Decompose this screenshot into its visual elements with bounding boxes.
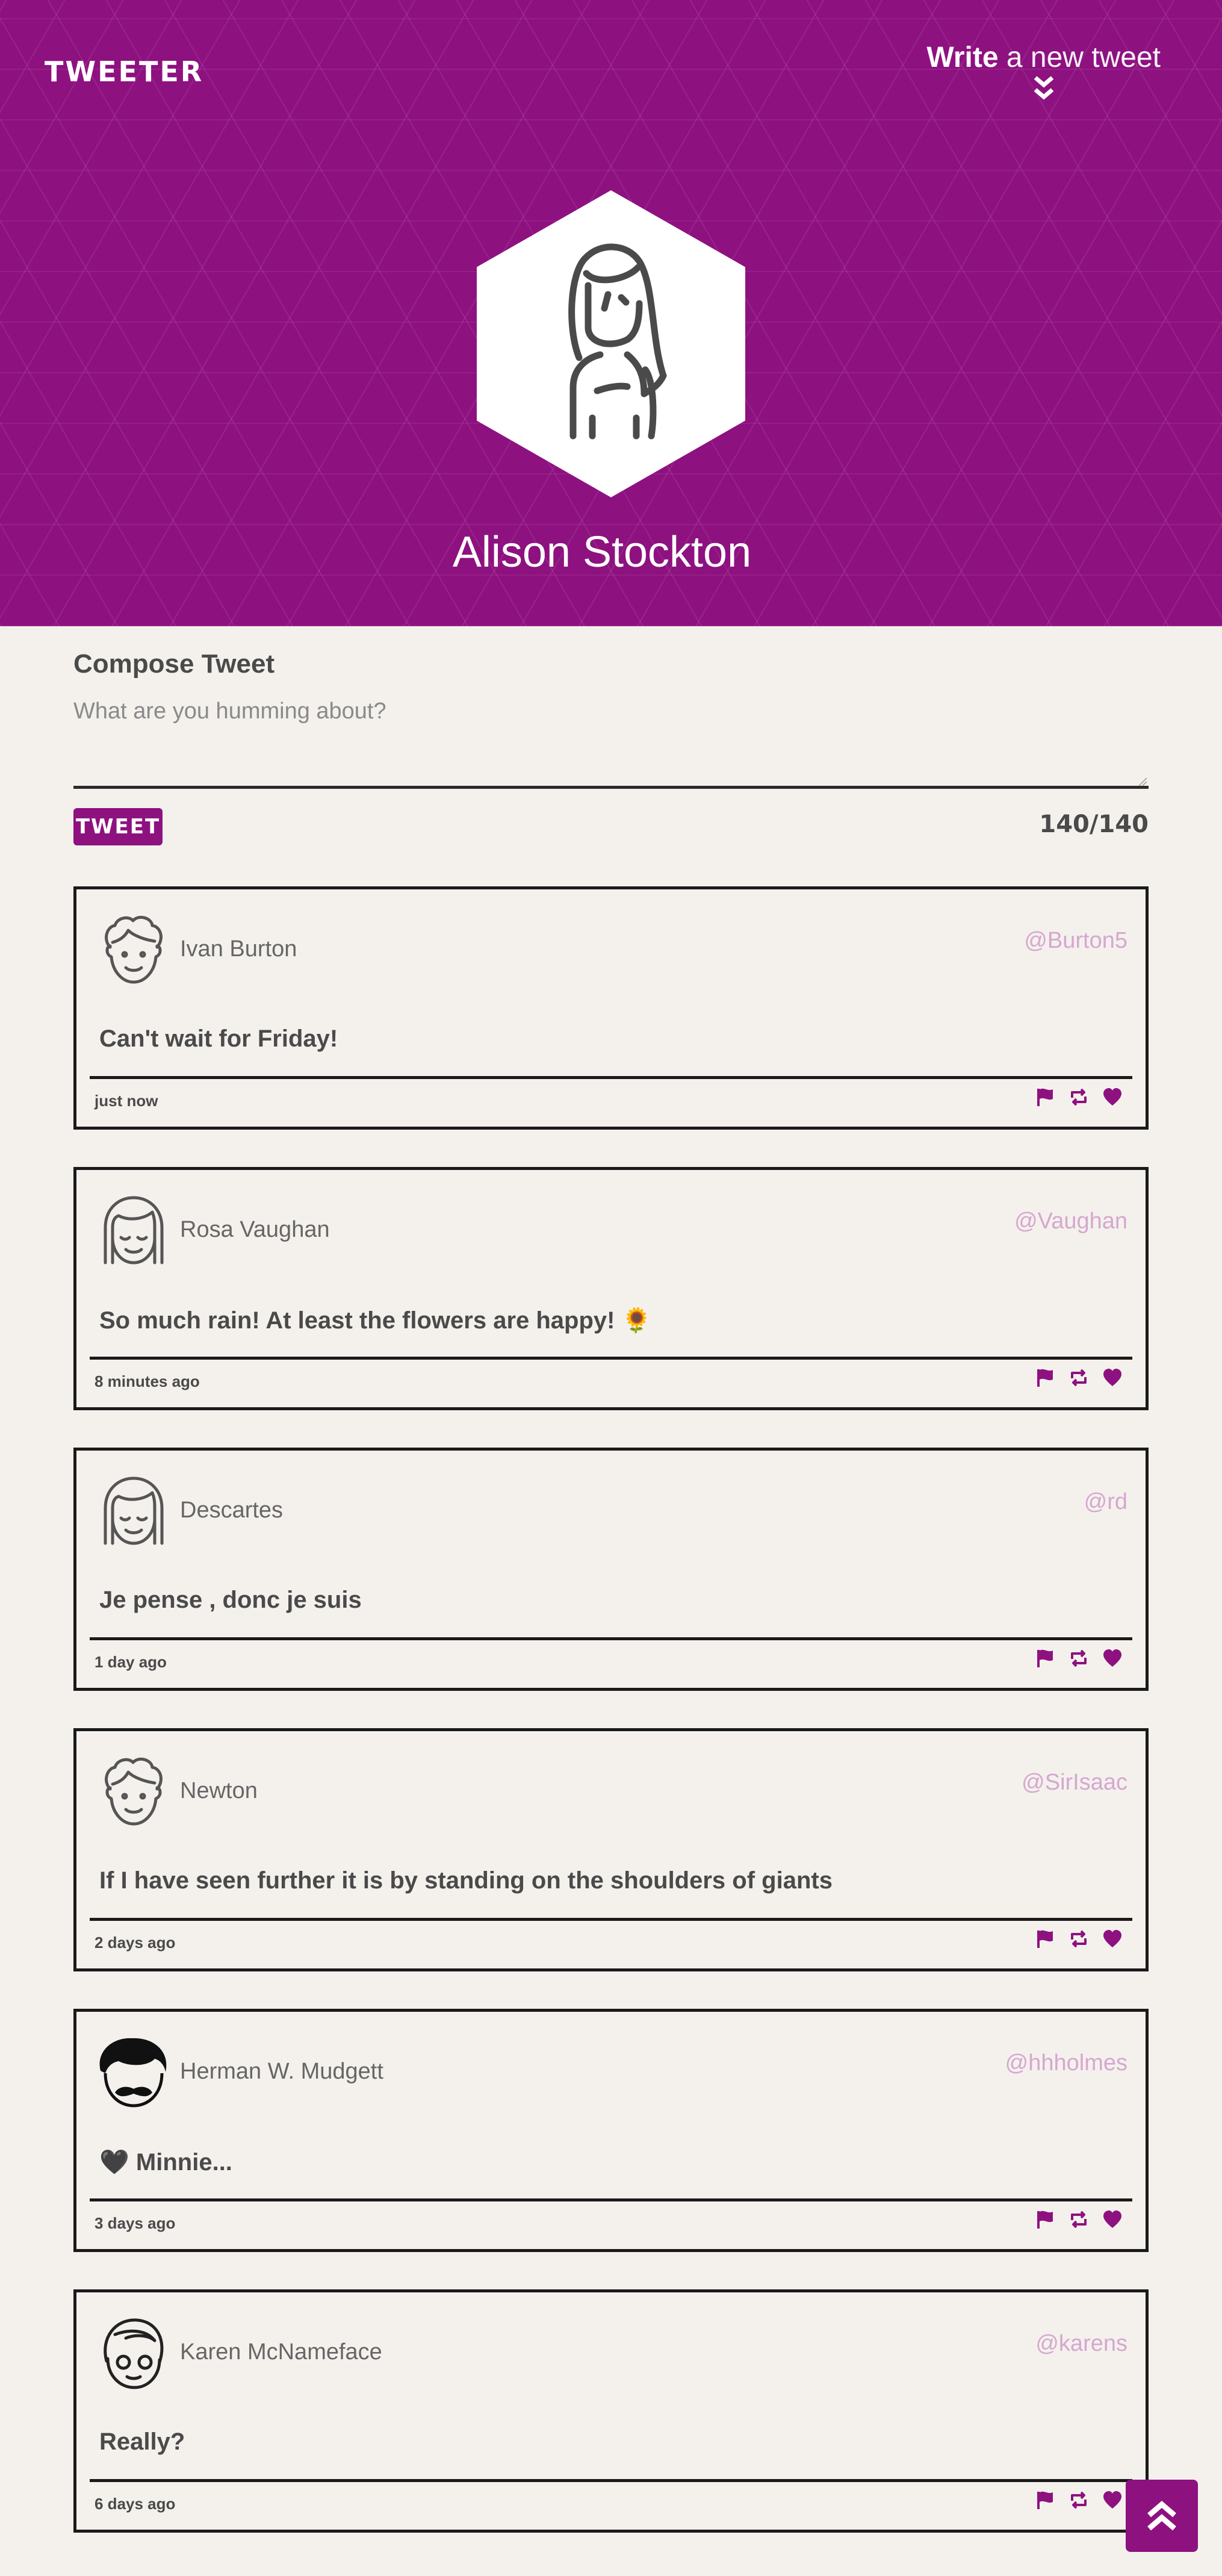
curly-hair-man-avatar-icon <box>95 911 173 989</box>
tweet-content: Really? <box>99 2428 185 2455</box>
tweet-timestamp: 3 days ago <box>95 2214 176 2232</box>
tweet-divider <box>90 1357 1132 1360</box>
tweet-user-name: Ivan Burton <box>180 936 297 962</box>
tweet-divider <box>90 1918 1132 1921</box>
app-logo[interactable]: TWEETER <box>45 55 203 88</box>
tweet-content: So much rain! At least the flowers are h… <box>99 1307 652 1334</box>
tweet-divider <box>90 2479 1132 2482</box>
chevron-double-up-icon <box>1147 2501 1176 2531</box>
tweet-actions <box>1035 2490 1123 2510</box>
tweet-actions <box>1035 2209 1123 2230</box>
write-new-tweet-link[interactable]: Write a new tweet <box>926 41 1161 102</box>
curly-hair-man-avatar-icon <box>95 1753 173 1831</box>
tweet-timestamp: 6 days ago <box>95 2495 176 2513</box>
tweet-content: If I have seen further it is by standing… <box>99 1867 833 1894</box>
tweet-timestamp: 8 minutes ago <box>95 1372 200 1390</box>
tweet-user-name: Herman W. Mudgett <box>180 2059 383 2084</box>
tweet-user-handle[interactable]: @SirIsaac <box>1022 1770 1127 1796</box>
profile-name: Alison Stockton <box>452 528 752 576</box>
tweet-user-name: Newton <box>180 1778 258 1803</box>
tweet-timestamp: 1 day ago <box>95 1653 167 1671</box>
tweet-content: Can't wait for Friday! <box>99 1025 338 1052</box>
write-link-bold: Write <box>926 42 999 73</box>
tweet-user-handle[interactable]: @karens <box>1035 2331 1127 2357</box>
tweet-timestamp: just now <box>95 1092 158 1110</box>
heart-icon[interactable] <box>1102 1087 1123 1107</box>
retweet-icon[interactable] <box>1068 2209 1089 2230</box>
tweet-user-name: Karen McNameface <box>180 2339 382 2365</box>
tweet-actions <box>1035 1929 1123 1949</box>
retweet-icon[interactable] <box>1068 2490 1089 2510</box>
tweet-card: Herman W. Mudgett @hhholmes 🖤 Minnie... 3 d… <box>73 2009 1149 2252</box>
tweet-submit-button[interactable]: TWEET <box>73 808 163 845</box>
retweet-icon[interactable] <box>1068 1087 1089 1107</box>
resize-grip-icon[interactable] <box>1138 777 1147 786</box>
tweet-card: Newton @SirIsaac If I have seen further it… <box>73 1728 1149 1971</box>
flag-icon[interactable] <box>1035 1648 1055 1669</box>
compose-title: Compose Tweet <box>73 649 275 679</box>
tweet-actions <box>1035 1648 1123 1669</box>
tweet-user-handle[interactable]: @hhholmes <box>1005 2050 1127 2076</box>
character-counter: 140/140 <box>1039 810 1149 838</box>
tweet-user-name: Rosa Vaughan <box>180 1217 330 1242</box>
tweet-actions <box>1035 1367 1123 1388</box>
heart-icon[interactable] <box>1102 2209 1123 2230</box>
tweet-card: Descartes @rd Je pense , donc je suis 1 day… <box>73 1448 1149 1691</box>
tweet-card: Ivan Burton @Burton5 Can't wait for Friday… <box>73 886 1149 1130</box>
mustache-man-avatar-icon <box>95 2033 173 2112</box>
face-mask-woman-avatar-icon <box>95 2314 173 2392</box>
heart-icon[interactable] <box>1102 1648 1123 1669</box>
tweet-divider <box>90 1076 1132 1079</box>
profile-avatar-frame <box>477 190 745 497</box>
chevron-double-down-icon[interactable] <box>1032 75 1056 102</box>
heart-icon[interactable] <box>1102 1367 1123 1388</box>
tweet-card: Rosa Vaughan @Vaughan So much rain! At lea… <box>73 1167 1149 1410</box>
tweet-user-handle[interactable]: @Burton5 <box>1024 928 1127 954</box>
bob-hair-woman-avatar-icon <box>95 1192 173 1270</box>
flag-icon[interactable] <box>1035 2209 1055 2230</box>
retweet-icon[interactable] <box>1068 1367 1089 1388</box>
retweet-icon[interactable] <box>1068 1648 1089 1669</box>
flag-icon[interactable] <box>1035 1929 1055 1949</box>
flag-icon[interactable] <box>1035 1367 1055 1388</box>
write-link-rest: a new tweet <box>998 42 1161 73</box>
tweet-user-handle[interactable]: @Vaughan <box>1014 1209 1127 1234</box>
tweet-divider <box>90 2198 1132 2201</box>
tweet-divider <box>90 1637 1132 1640</box>
tweet-user-name: Descartes <box>180 1498 284 1523</box>
tweet-content: 🖤 Minnie... <box>99 2149 232 2176</box>
scroll-to-top-button[interactable] <box>1126 2480 1198 2552</box>
woman-long-hair-avatar-icon <box>568 243 667 440</box>
tweet-user-handle[interactable]: @rd <box>1084 1489 1127 1515</box>
tweet-timestamp: 2 days ago <box>95 1934 176 1952</box>
tweet-content: Je pense , donc je suis <box>99 1587 362 1613</box>
heart-icon[interactable] <box>1102 1929 1123 1949</box>
flag-icon[interactable] <box>1035 1087 1055 1107</box>
tweet-actions <box>1035 1087 1123 1107</box>
tweet-card: Karen McNameface @karens Really? 6 days ago <box>73 2289 1149 2533</box>
compose-tweet-input[interactable] <box>73 698 1149 789</box>
bob-hair-woman-avatar-icon <box>95 1472 173 1551</box>
heart-icon[interactable] <box>1102 2490 1123 2510</box>
retweet-icon[interactable] <box>1068 1929 1089 1949</box>
flag-icon[interactable] <box>1035 2490 1055 2510</box>
profile-header: TWEETER Write a new tweet Alison Stockto… <box>0 0 1222 626</box>
